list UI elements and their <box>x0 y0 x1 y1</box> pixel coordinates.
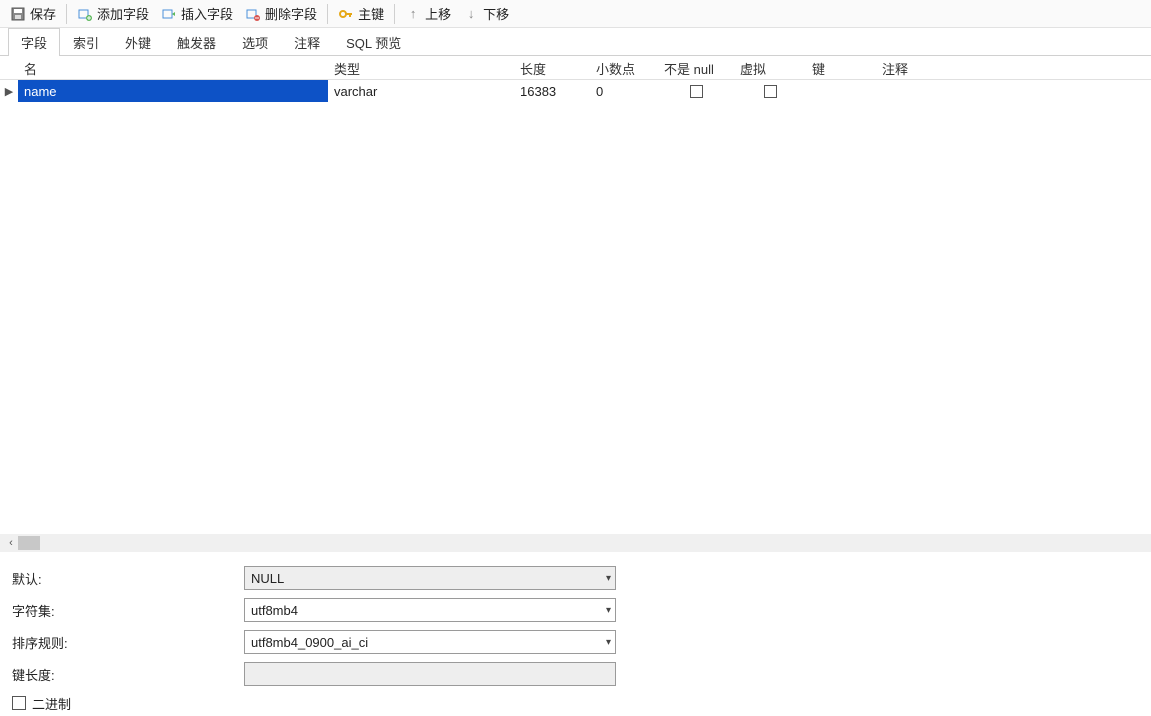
fields-grid: 名 类型 长度 小数点 不是 null 虚拟 键 注释 ▶ name varch… <box>0 56 1151 534</box>
cell-length[interactable]: 16383 <box>514 80 590 102</box>
cell-not-null[interactable] <box>658 80 734 102</box>
tab-label: 索引 <box>73 36 99 51</box>
collation-label: 排序规则: <box>12 633 244 652</box>
add-field-button[interactable]: 添加字段 <box>71 2 155 26</box>
chevron-down-icon: ▾ <box>606 605 611 616</box>
chevron-down-icon: ▾ <box>606 573 611 584</box>
primary-key-button[interactable]: 主键 <box>332 2 390 26</box>
toolbar: 保存 添加字段 插入字段 删除字段 主键 ↑ 上移 ↓ 下移 <box>0 0 1151 28</box>
tab-label: 外键 <box>125 36 151 51</box>
col-name[interactable]: 名 <box>18 56 328 79</box>
cell-key[interactable] <box>806 80 876 102</box>
add-field-icon <box>77 6 93 22</box>
tabs: 字段 索引 外键 触发器 选项 注释 SQL 预览 <box>0 28 1151 56</box>
collation-value: utf8mb4_0900_ai_ci <box>251 635 368 650</box>
save-button[interactable]: 保存 <box>4 2 62 26</box>
save-icon <box>10 6 26 22</box>
move-down-label: 下移 <box>483 4 509 23</box>
field-properties: 默认: NULL ▾ 字符集: utf8mb4 ▾ 排序规则: utf8mb4_… <box>0 552 1151 716</box>
col-virtual[interactable]: 虚拟 <box>734 56 806 79</box>
arrow-down-icon: ↓ <box>463 6 479 22</box>
tab-sql-preview[interactable]: SQL 预览 <box>333 28 414 56</box>
default-combo[interactable]: NULL ▾ <box>244 566 616 590</box>
separator <box>66 4 67 24</box>
collation-combo[interactable]: utf8mb4_0900_ai_ci ▾ <box>244 630 616 654</box>
tab-comment[interactable]: 注释 <box>281 28 333 56</box>
tab-label: 字段 <box>21 36 47 51</box>
binary-checkbox[interactable] <box>12 696 26 710</box>
keylen-input[interactable] <box>244 662 616 686</box>
tab-label: 选项 <box>242 36 268 51</box>
delete-field-label: 删除字段 <box>265 4 317 23</box>
arrow-up-icon: ↑ <box>405 6 421 22</box>
chevron-down-icon: ▾ <box>606 637 611 648</box>
insert-field-label: 插入字段 <box>181 4 233 23</box>
row-marker-icon: ▶ <box>0 85 18 98</box>
tab-label: 注释 <box>294 36 320 51</box>
col-decimals[interactable]: 小数点 <box>590 56 658 79</box>
cell-type[interactable]: varchar <box>328 80 514 102</box>
delete-field-button[interactable]: 删除字段 <box>239 2 323 26</box>
col-type[interactable]: 类型 <box>328 56 514 79</box>
grid-header: 名 类型 长度 小数点 不是 null 虚拟 键 注释 <box>0 56 1151 80</box>
col-length[interactable]: 长度 <box>514 56 590 79</box>
checkbox-icon[interactable] <box>764 85 777 98</box>
primary-key-label: 主键 <box>358 4 384 23</box>
col-not-null[interactable]: 不是 null <box>658 56 734 79</box>
separator <box>394 4 395 24</box>
charset-label: 字符集: <box>12 601 244 620</box>
binary-label: 二进制 <box>32 694 71 713</box>
add-field-label: 添加字段 <box>97 4 149 23</box>
cell-decimals[interactable]: 0 <box>590 80 658 102</box>
tab-foreign-keys[interactable]: 外键 <box>112 28 164 56</box>
cell-virtual[interactable] <box>734 80 806 102</box>
horizontal-scrollbar[interactable]: ‹ <box>0 534 1151 552</box>
move-up-label: 上移 <box>425 4 451 23</box>
table-row[interactable]: ▶ name varchar 16383 0 <box>0 80 1151 102</box>
default-value: NULL <box>251 571 284 586</box>
tab-label: SQL 预览 <box>346 36 401 51</box>
tab-fields[interactable]: 字段 <box>8 28 60 56</box>
delete-field-icon <box>245 6 261 22</box>
move-down-button[interactable]: ↓ 下移 <box>457 2 515 26</box>
charset-combo[interactable]: utf8mb4 ▾ <box>244 598 616 622</box>
cell-name[interactable]: name <box>18 80 328 102</box>
cell-comment[interactable] <box>876 80 1151 102</box>
keylen-label: 键长度: <box>12 665 244 684</box>
key-icon <box>338 6 354 22</box>
tab-label: 触发器 <box>177 36 216 51</box>
default-label: 默认: <box>12 569 244 588</box>
col-key[interactable]: 键 <box>806 56 876 79</box>
tab-options[interactable]: 选项 <box>229 28 281 56</box>
checkbox-icon[interactable] <box>690 85 703 98</box>
tab-triggers[interactable]: 触发器 <box>164 28 229 56</box>
separator <box>327 4 328 24</box>
move-up-button[interactable]: ↑ 上移 <box>399 2 457 26</box>
tab-indexes[interactable]: 索引 <box>60 28 112 56</box>
save-label: 保存 <box>30 4 56 23</box>
col-comment[interactable]: 注释 <box>876 56 1151 79</box>
charset-value: utf8mb4 <box>251 603 298 618</box>
scroll-left-icon[interactable]: ‹ <box>4 536 18 550</box>
insert-field-button[interactable]: 插入字段 <box>155 2 239 26</box>
insert-field-icon <box>161 6 177 22</box>
scroll-thumb[interactable] <box>18 536 40 550</box>
